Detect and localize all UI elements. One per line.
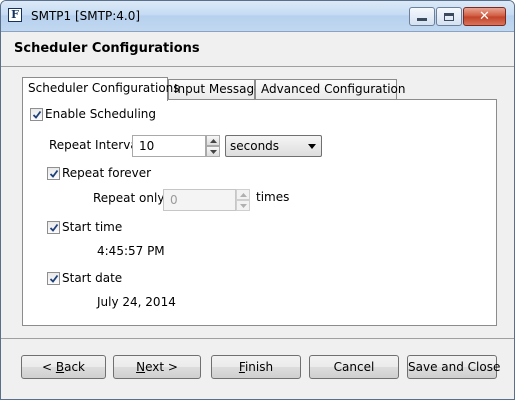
minimize-button[interactable] (409, 7, 435, 26)
start-time-value: 4:45:57 PM (97, 244, 165, 258)
window-title: SMTP1 [SMTP:4.0] (31, 9, 141, 23)
checkmark-icon (49, 169, 59, 178)
repeat-forever-checkbox[interactable] (47, 167, 60, 180)
title-bar[interactable]: F SMTP1 [SMTP:4.0] ✕ (1, 1, 514, 32)
start-date-checkbox[interactable] (47, 272, 60, 285)
repeat-only-input[interactable]: 0 (163, 189, 236, 211)
arrow-down-icon (210, 150, 217, 154)
arrow-up-icon (210, 139, 217, 143)
save-and-close-button[interactable]: Save and Close (407, 355, 500, 379)
finish-button[interactable]: Finish (211, 355, 301, 379)
close-icon: ✕ (479, 9, 490, 24)
repeat-only-times-label: times (256, 190, 290, 204)
repeat-forever-label: Repeat forever (62, 166, 152, 180)
back-button-mnemonic: B (55, 360, 65, 374)
arrow-down-icon (240, 204, 247, 208)
start-date-label: Start date (62, 271, 123, 285)
tab-scheduler-configurations[interactable]: Scheduler Configurations (22, 77, 180, 101)
finish-button-rest: inish (244, 360, 274, 374)
close-button[interactable]: ✕ (463, 7, 506, 26)
tab-input-message[interactable]: Input Message (168, 79, 261, 100)
maximize-icon (444, 12, 454, 21)
enable-scheduling-label: Enable Scheduling (45, 107, 157, 121)
arrow-up-icon (240, 193, 247, 197)
next-button[interactable]: Next > (113, 355, 201, 379)
repeat-interval-down-button[interactable] (206, 146, 220, 157)
repeat-interval-label: Repeat Interval: (49, 138, 146, 152)
repeat-interval-unit-value: seconds (230, 139, 280, 153)
back-button[interactable]: < Back (21, 355, 106, 379)
footer-divider (1, 338, 514, 339)
checkmark-icon (49, 223, 59, 232)
dialog-window: F SMTP1 [SMTP:4.0] ✕ Scheduler Configura… (0, 0, 515, 400)
cancel-button[interactable]: Cancel (309, 355, 399, 379)
repeat-interval-input[interactable]: 10 (132, 135, 206, 157)
repeat-only-label: Repeat only (93, 191, 165, 205)
page-title: Scheduler Configurations (14, 41, 200, 56)
repeat-only-spinner (236, 189, 250, 211)
start-date-value: July 24, 2014 (97, 295, 176, 309)
start-time-label: Start time (62, 220, 123, 234)
minimize-icon (417, 18, 427, 21)
header-divider (1, 66, 514, 67)
next-button-rest: ext > (145, 360, 178, 374)
back-button-rest: ack (64, 360, 85, 374)
checkmark-icon (32, 110, 42, 119)
maximize-button[interactable] (436, 7, 462, 26)
repeat-interval-unit-select[interactable]: seconds (225, 135, 322, 157)
repeat-interval-up-button[interactable] (206, 135, 220, 146)
tab-advanced-configuration[interactable]: Advanced Configuration (255, 79, 405, 100)
chevron-down-icon (308, 144, 316, 149)
repeat-interval-spinner (206, 135, 220, 157)
dialog-header: Scheduler Configurations (1, 32, 514, 66)
app-icon: F (8, 8, 22, 22)
scheduler-panel: Enable Scheduling Repeat Interval: 10 se… (22, 99, 497, 326)
next-button-mnemonic: N (136, 360, 146, 374)
repeat-only-up-button[interactable] (236, 189, 250, 200)
checkmark-icon (49, 274, 59, 283)
back-button-prefix: < (41, 360, 56, 374)
repeat-only-down-button[interactable] (236, 200, 250, 211)
enable-scheduling-checkbox[interactable] (30, 108, 43, 121)
start-time-checkbox[interactable] (47, 221, 60, 234)
